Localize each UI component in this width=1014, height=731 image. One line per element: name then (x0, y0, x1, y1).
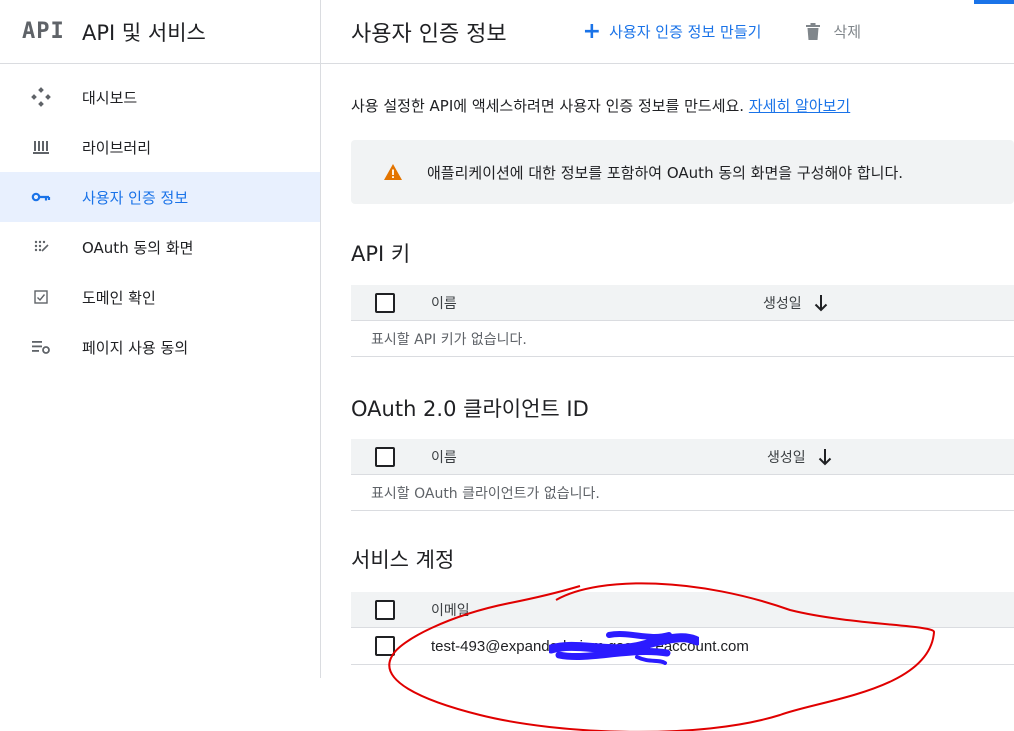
column-created-sort[interactable]: 생성일 (763, 293, 828, 313)
select-all-checkbox[interactable] (375, 599, 395, 620)
consent-icon (30, 236, 52, 258)
sidebar-item-label: 페이지 사용 동의 (82, 338, 189, 357)
column-name: 이름 (431, 449, 457, 466)
redaction-scribble (549, 631, 699, 665)
empty-message: 표시할 API 키가 없습니다. (351, 321, 1014, 357)
key-icon (30, 186, 52, 208)
main-header: 사용자 인증 정보 + 사용자 인증 정보 만들기 삭제 (321, 0, 1014, 64)
create-credentials-label: 사용자 인증 정보 만들기 (609, 23, 762, 41)
intro-sentence: 사용 설정한 API에 액세스하려면 사용자 인증 정보를 만드세요. (351, 97, 745, 115)
arrow-down-icon (814, 294, 828, 312)
select-all-checkbox[interactable] (375, 292, 395, 313)
column-email: 이메일 (431, 602, 470, 619)
warning-text: 애플리케이션에 대한 정보를 포함하여 OAuth 동의 화면을 구성해야 합니… (427, 163, 904, 182)
dashboard-icon (30, 86, 52, 108)
sidebar-item-library[interactable]: 라이브러리 (0, 122, 320, 172)
column-created-sort[interactable]: 생성일 (767, 447, 832, 467)
select-all-checkbox[interactable] (375, 446, 395, 467)
sidebar-item-label: 사용자 인증 정보 (82, 188, 189, 207)
delete-button[interactable]: 삭제 (805, 21, 861, 42)
api-keys-title: API 키 (351, 242, 411, 266)
column-created-label: 생성일 (763, 295, 802, 312)
library-icon (30, 136, 52, 158)
page-title: 사용자 인증 정보 (351, 21, 507, 47)
row-checkbox[interactable] (375, 636, 395, 656)
learn-more-link[interactable]: 자세히 알아보기 (749, 97, 850, 115)
oauth-clients-title: OAuth 2.0 클라이언트 ID (351, 397, 589, 421)
intro-text: 사용 설정한 API에 액세스하려면 사용자 인증 정보를 만드세요. 자세히 … (351, 95, 850, 116)
sidebar-item-dashboard[interactable]: 대시보드 (0, 72, 320, 122)
sidebar-item-label: 도메인 확인 (82, 288, 156, 307)
check-box-icon (30, 286, 52, 308)
sidebar: API API 및 서비스 대시보드 라이브러리 사용자 인증 정보 OAuth… (0, 0, 321, 678)
column-created-label: 생성일 (767, 449, 806, 466)
main-content: 사용자 인증 정보 + 사용자 인증 정보 만들기 삭제 사용 설정한 API에… (321, 0, 1014, 731)
sidebar-item-domain-verification[interactable]: 도메인 확인 (0, 272, 320, 322)
arrow-down-icon (818, 448, 832, 466)
empty-message: 표시할 OAuth 클라이언트가 없습니다. (351, 475, 1014, 511)
column-name: 이름 (431, 295, 457, 312)
trash-icon (805, 22, 821, 41)
sidebar-item-label: 라이브러리 (82, 138, 152, 157)
warning-icon (383, 163, 403, 181)
api-keys-table: 이름 생성일 표시할 API 키가 없습니다. (351, 285, 1014, 357)
delete-label: 삭제 (833, 23, 862, 41)
create-credentials-button[interactable]: + 사용자 인증 정보 만들기 (582, 18, 762, 44)
warning-banner: 애플리케이션에 대한 정보를 포함하여 OAuth 동의 화면을 구성해야 합니… (351, 140, 1014, 204)
table-header: 이름 생성일 (351, 439, 1014, 475)
sidebar-header: API API 및 서비스 (0, 0, 320, 64)
sidebar-item-page-usage-agreement[interactable]: 페이지 사용 동의 (0, 322, 320, 372)
plus-icon: + (582, 18, 602, 44)
service-accounts-title: 서비스 계정 (351, 548, 455, 572)
sidebar-item-label: OAuth 동의 화면 (82, 238, 194, 257)
api-logo: API (22, 19, 65, 44)
settings-list-icon (30, 336, 52, 358)
sidebar-item-credentials[interactable]: 사용자 인증 정보 (0, 172, 320, 222)
table-header: 이름 생성일 (351, 285, 1014, 321)
oauth-clients-table: 이름 생성일 표시할 OAuth 클라이언트가 없습니다. (351, 439, 1014, 511)
sidebar-item-label: 대시보드 (82, 88, 138, 107)
table-header: 이메일 (351, 592, 1014, 628)
sidebar-item-oauth-consent[interactable]: OAuth 동의 화면 (0, 222, 320, 272)
sidebar-title: API 및 서비스 (82, 20, 206, 45)
sidebar-nav: 대시보드 라이브러리 사용자 인증 정보 OAuth 동의 화면 도메인 확인 (0, 64, 320, 372)
